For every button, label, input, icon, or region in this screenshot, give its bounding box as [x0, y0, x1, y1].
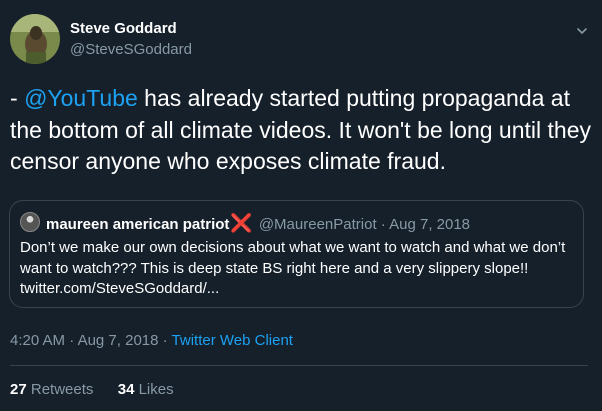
meta-separator-2: · [162, 332, 168, 349]
retweets-count: 27 [10, 381, 27, 398]
quoted-author-avatar [20, 212, 40, 232]
client-link[interactable]: Twitter Web Client [172, 332, 293, 349]
quoted-tweet-card[interactable]: maureen american patriot❌ @MaureenPatriot… [9, 200, 584, 308]
meta-separator-1: · [69, 332, 75, 349]
author-handle[interactable]: @SteveSGoddard [70, 41, 192, 58]
quoted-tweet-text: Don’t we make our own decisions about wh… [20, 239, 566, 297]
divider [10, 365, 588, 366]
author-avatar[interactable] [10, 14, 60, 64]
tweet-meta: 4:20 AM · Aug 7, 2018 · Twitter Web Clie… [10, 332, 293, 349]
tweet-text-prefix: - [10, 85, 25, 111]
quoted-tweet-header: maureen american patriot❌ @MaureenPatriot… [46, 213, 470, 234]
author-name[interactable]: Steve Goddard [70, 20, 177, 37]
retweets-stat[interactable]: 27 Retweets [10, 381, 93, 398]
quoted-author-name: maureen american patriot [46, 216, 230, 233]
chevron-down-icon[interactable] [576, 24, 588, 36]
avatar-photo-icon [10, 14, 60, 64]
tweet-date[interactable]: Aug 7, 2018 [78, 332, 159, 349]
tweet-time[interactable]: 4:20 AM [10, 332, 65, 349]
likes-stat[interactable]: 34 Likes [118, 381, 174, 398]
quoted-date: Aug 7, 2018 [389, 216, 471, 233]
quoted-author-handle: @MaureenPatriot [258, 216, 377, 233]
quoted-separator: · [380, 216, 386, 233]
likes-count: 34 [117, 381, 135, 398]
retweets-label: Retweets [30, 381, 94, 398]
likes-label: Likes [138, 381, 174, 398]
tweet-text: - @YouTube has already started putting p… [10, 83, 595, 178]
engagement-stats: 27 Retweets 34 Likes [10, 381, 174, 398]
cross-mark-icon: ❌ [230, 213, 253, 233]
mention-link[interactable]: @YouTube [24, 85, 138, 111]
